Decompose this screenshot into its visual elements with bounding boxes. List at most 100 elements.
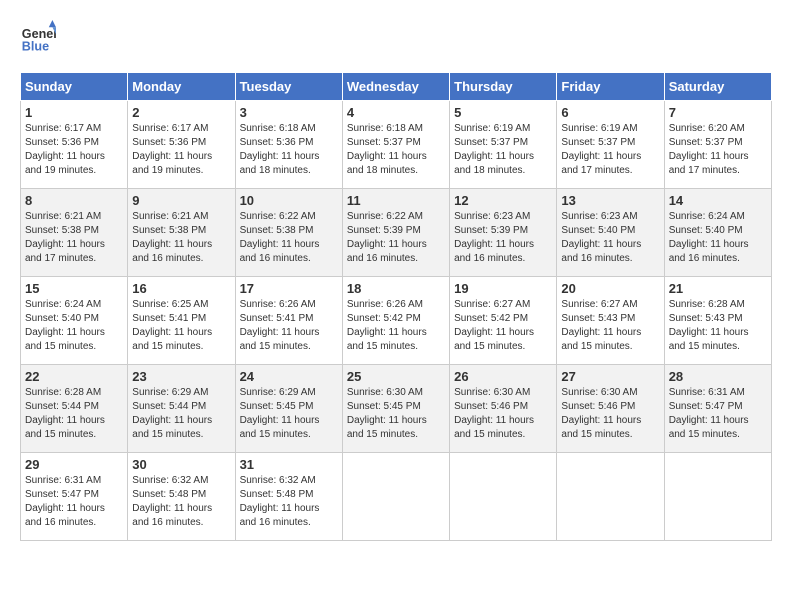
day-number: 2 [132,105,230,120]
day-number: 16 [132,281,230,296]
calendar-cell: 10 Sunrise: 6:22 AM Sunset: 5:38 PM Dayl… [235,189,342,277]
day-info: Sunrise: 6:27 AM Sunset: 5:43 PM Dayligh… [561,298,659,354]
day-info: Sunrise: 6:28 AM Sunset: 5:43 PM Dayligh… [669,298,767,354]
calendar: SundayMondayTuesdayWednesdayThursdayFrid… [20,72,772,541]
day-info: Sunrise: 6:19 AM Sunset: 5:37 PM Dayligh… [561,122,659,178]
day-number: 4 [347,105,445,120]
day-info: Sunrise: 6:32 AM Sunset: 5:48 PM Dayligh… [132,474,230,530]
calendar-cell: 18 Sunrise: 6:26 AM Sunset: 5:42 PM Dayl… [342,277,449,365]
calendar-cell: 29 Sunrise: 6:31 AM Sunset: 5:47 PM Dayl… [21,453,128,541]
day-info: Sunrise: 6:31 AM Sunset: 5:47 PM Dayligh… [25,474,123,530]
day-info: Sunrise: 6:22 AM Sunset: 5:38 PM Dayligh… [240,210,338,266]
day-number: 15 [25,281,123,296]
calendar-week-3: 15 Sunrise: 6:24 AM Sunset: 5:40 PM Dayl… [21,277,772,365]
calendar-cell: 16 Sunrise: 6:25 AM Sunset: 5:41 PM Dayl… [128,277,235,365]
day-number: 21 [669,281,767,296]
day-number: 24 [240,369,338,384]
day-number: 6 [561,105,659,120]
calendar-cell: 4 Sunrise: 6:18 AM Sunset: 5:37 PM Dayli… [342,101,449,189]
day-info: Sunrise: 6:18 AM Sunset: 5:37 PM Dayligh… [347,122,445,178]
calendar-cell: 28 Sunrise: 6:31 AM Sunset: 5:47 PM Dayl… [664,365,771,453]
day-number: 30 [132,457,230,472]
day-number: 31 [240,457,338,472]
calendar-cell: 13 Sunrise: 6:23 AM Sunset: 5:40 PM Dayl… [557,189,664,277]
day-number: 14 [669,193,767,208]
calendar-header-row: SundayMondayTuesdayWednesdayThursdayFrid… [21,73,772,101]
weekday-header-tuesday: Tuesday [235,73,342,101]
day-number: 17 [240,281,338,296]
day-number: 7 [669,105,767,120]
day-info: Sunrise: 6:26 AM Sunset: 5:42 PM Dayligh… [347,298,445,354]
day-info: Sunrise: 6:18 AM Sunset: 5:36 PM Dayligh… [240,122,338,178]
weekday-header-friday: Friday [557,73,664,101]
day-number: 20 [561,281,659,296]
calendar-cell: 17 Sunrise: 6:26 AM Sunset: 5:41 PM Dayl… [235,277,342,365]
calendar-cell [664,453,771,541]
logo: General Blue [20,20,56,56]
day-number: 11 [347,193,445,208]
day-info: Sunrise: 6:24 AM Sunset: 5:40 PM Dayligh… [669,210,767,266]
calendar-cell: 11 Sunrise: 6:22 AM Sunset: 5:39 PM Dayl… [342,189,449,277]
weekday-header-thursday: Thursday [450,73,557,101]
calendar-cell: 8 Sunrise: 6:21 AM Sunset: 5:38 PM Dayli… [21,189,128,277]
day-number: 1 [25,105,123,120]
day-info: Sunrise: 6:31 AM Sunset: 5:47 PM Dayligh… [669,386,767,442]
day-info: Sunrise: 6:32 AM Sunset: 5:48 PM Dayligh… [240,474,338,530]
calendar-cell: 14 Sunrise: 6:24 AM Sunset: 5:40 PM Dayl… [664,189,771,277]
day-info: Sunrise: 6:21 AM Sunset: 5:38 PM Dayligh… [25,210,123,266]
day-number: 29 [25,457,123,472]
day-number: 22 [25,369,123,384]
calendar-cell: 22 Sunrise: 6:28 AM Sunset: 5:44 PM Dayl… [21,365,128,453]
calendar-cell: 7 Sunrise: 6:20 AM Sunset: 5:37 PM Dayli… [664,101,771,189]
day-info: Sunrise: 6:17 AM Sunset: 5:36 PM Dayligh… [132,122,230,178]
weekday-header-saturday: Saturday [664,73,771,101]
day-number: 18 [347,281,445,296]
day-number: 9 [132,193,230,208]
day-info: Sunrise: 6:21 AM Sunset: 5:38 PM Dayligh… [132,210,230,266]
day-info: Sunrise: 6:30 AM Sunset: 5:45 PM Dayligh… [347,386,445,442]
calendar-week-4: 22 Sunrise: 6:28 AM Sunset: 5:44 PM Dayl… [21,365,772,453]
calendar-cell: 25 Sunrise: 6:30 AM Sunset: 5:45 PM Dayl… [342,365,449,453]
calendar-cell: 6 Sunrise: 6:19 AM Sunset: 5:37 PM Dayli… [557,101,664,189]
calendar-cell [557,453,664,541]
calendar-cell [450,453,557,541]
day-info: Sunrise: 6:17 AM Sunset: 5:36 PM Dayligh… [25,122,123,178]
calendar-cell: 12 Sunrise: 6:23 AM Sunset: 5:39 PM Dayl… [450,189,557,277]
day-number: 5 [454,105,552,120]
day-info: Sunrise: 6:23 AM Sunset: 5:39 PM Dayligh… [454,210,552,266]
day-number: 23 [132,369,230,384]
calendar-cell: 21 Sunrise: 6:28 AM Sunset: 5:43 PM Dayl… [664,277,771,365]
day-number: 19 [454,281,552,296]
day-info: Sunrise: 6:22 AM Sunset: 5:39 PM Dayligh… [347,210,445,266]
day-number: 10 [240,193,338,208]
day-number: 8 [25,193,123,208]
calendar-cell: 9 Sunrise: 6:21 AM Sunset: 5:38 PM Dayli… [128,189,235,277]
calendar-cell: 26 Sunrise: 6:30 AM Sunset: 5:46 PM Dayl… [450,365,557,453]
calendar-cell: 19 Sunrise: 6:27 AM Sunset: 5:42 PM Dayl… [450,277,557,365]
day-info: Sunrise: 6:24 AM Sunset: 5:40 PM Dayligh… [25,298,123,354]
day-info: Sunrise: 6:29 AM Sunset: 5:45 PM Dayligh… [240,386,338,442]
calendar-cell: 31 Sunrise: 6:32 AM Sunset: 5:48 PM Dayl… [235,453,342,541]
day-number: 28 [669,369,767,384]
day-info: Sunrise: 6:25 AM Sunset: 5:41 PM Dayligh… [132,298,230,354]
day-number: 3 [240,105,338,120]
day-info: Sunrise: 6:30 AM Sunset: 5:46 PM Dayligh… [561,386,659,442]
calendar-cell: 15 Sunrise: 6:24 AM Sunset: 5:40 PM Dayl… [21,277,128,365]
calendar-cell: 24 Sunrise: 6:29 AM Sunset: 5:45 PM Dayl… [235,365,342,453]
logo-icon: General Blue [20,20,56,56]
calendar-cell: 30 Sunrise: 6:32 AM Sunset: 5:48 PM Dayl… [128,453,235,541]
day-info: Sunrise: 6:20 AM Sunset: 5:37 PM Dayligh… [669,122,767,178]
day-number: 26 [454,369,552,384]
calendar-cell: 1 Sunrise: 6:17 AM Sunset: 5:36 PM Dayli… [21,101,128,189]
day-info: Sunrise: 6:30 AM Sunset: 5:46 PM Dayligh… [454,386,552,442]
weekday-header-sunday: Sunday [21,73,128,101]
calendar-cell: 3 Sunrise: 6:18 AM Sunset: 5:36 PM Dayli… [235,101,342,189]
calendar-cell: 23 Sunrise: 6:29 AM Sunset: 5:44 PM Dayl… [128,365,235,453]
weekday-header-monday: Monday [128,73,235,101]
weekday-header-wednesday: Wednesday [342,73,449,101]
calendar-cell: 20 Sunrise: 6:27 AM Sunset: 5:43 PM Dayl… [557,277,664,365]
calendar-cell [342,453,449,541]
day-number: 25 [347,369,445,384]
day-number: 12 [454,193,552,208]
calendar-cell: 27 Sunrise: 6:30 AM Sunset: 5:46 PM Dayl… [557,365,664,453]
